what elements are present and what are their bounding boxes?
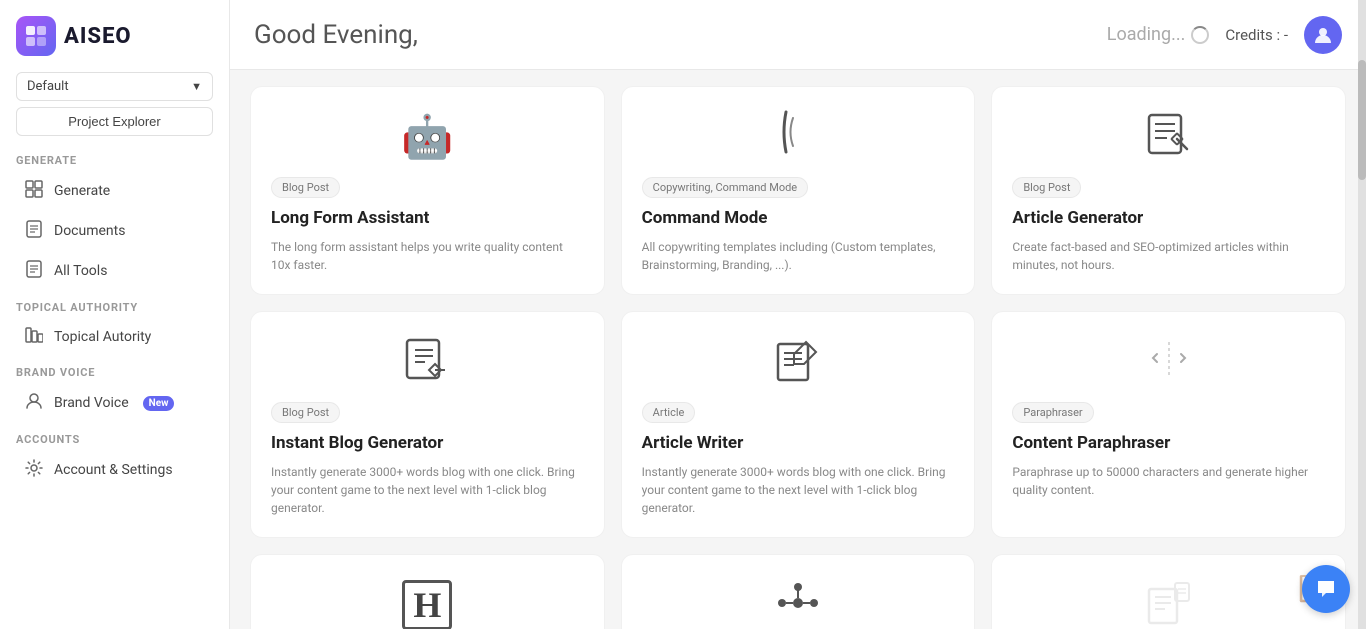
greeting-text: Good Evening, (254, 20, 418, 50)
card-title: Command Mode (642, 208, 955, 228)
card-icon-area (1012, 332, 1325, 392)
cards-area: 🤖 Blog Post Long Form Assistant The long… (230, 70, 1366, 629)
account-settings-icon (24, 459, 44, 481)
card-tag: Paraphraser (1012, 402, 1093, 423)
card-icon-area (642, 332, 955, 392)
section-label-generate: GENERATE (0, 144, 229, 171)
card-icon-area (1012, 107, 1325, 167)
card-title: Article Writer (642, 433, 955, 453)
content-paraphraser-icon (1149, 338, 1189, 386)
user-avatar[interactable] (1304, 16, 1342, 54)
card-tag: Copywriting, Command Mode (642, 177, 808, 198)
card-icon-area: H (271, 575, 584, 629)
card-tag: Blog Post (271, 402, 340, 423)
sidebar-item-documents[interactable]: Documents (8, 212, 221, 250)
section-label-accounts: ACCOUNTS (0, 423, 229, 450)
sidebar-item-generate-label: Generate (54, 183, 110, 199)
card-desc: Instantly generate 3000+ words blog with… (642, 463, 955, 517)
section-label-brand-voice: BRAND VOICE (0, 356, 229, 383)
main-content: Good Evening, Loading... Credits : - 🤖 B… (230, 0, 1366, 629)
article-writer-icon (776, 338, 820, 386)
sidebar-item-documents-label: Documents (54, 223, 125, 239)
project-select[interactable]: Default ▼ (16, 72, 213, 101)
scrollbar-thumb[interactable] (1358, 60, 1366, 180)
long-form-assistant-icon: 🤖 (401, 113, 453, 162)
card-article-writer[interactable]: Article Article Writer Instantly generat… (621, 311, 976, 538)
card-icon-area: 🤖 (271, 107, 584, 167)
card-desc: Create fact-based and SEO-optimized arti… (1012, 238, 1325, 274)
card-desc: Instantly generate 3000+ words blog with… (271, 463, 584, 517)
command-mode-icon (778, 108, 818, 167)
card-brand-voice-new[interactable]: H Content Improver Brand Voice Nem (250, 554, 605, 629)
card-tag: Blog Post (271, 177, 340, 198)
card-bypass-ai[interactable]: Bypass AI Bypass AI Detec... (621, 554, 976, 629)
all-tools-icon (24, 260, 44, 282)
card-icon-area (642, 575, 955, 629)
chat-bubble-button[interactable] (1302, 565, 1350, 613)
sidebar-item-brand-voice-label: Brand Voice (54, 395, 129, 411)
card-tag: Blog Post (1012, 177, 1081, 198)
documents-icon (24, 220, 44, 242)
card-icon-area (642, 107, 955, 167)
card-long-form-assistant[interactable]: 🤖 Blog Post Long Form Assistant The long… (250, 86, 605, 295)
loading-status: Loading... (1107, 24, 1210, 45)
card-article-generator[interactable]: Blog Post Article Generator Create fact-… (991, 86, 1346, 295)
card-title: Article Generator (1012, 208, 1325, 228)
generate-icon (24, 180, 44, 202)
project-explorer-button[interactable]: Project Explorer (16, 107, 213, 136)
card-title: Instant Blog Generator (271, 433, 584, 453)
sidebar: AISEO Default ▼ Project Explorer GENERAT… (0, 0, 230, 629)
cards-grid: 🤖 Blog Post Long Form Assistant The long… (250, 86, 1346, 629)
sidebar-item-topical-authority[interactable]: Topical Autority (8, 319, 221, 355)
sidebar-item-account-settings[interactable]: Account & Settings (8, 451, 221, 489)
card-icon-area (271, 332, 584, 392)
project-select-label: Default (27, 79, 69, 94)
card-instant-blog-generator[interactable]: Blog Post Instant Blog Generator Instant… (250, 311, 605, 538)
header: Good Evening, Loading... Credits : - (230, 0, 1366, 70)
instant-blog-icon (405, 338, 449, 386)
card-title: Long Form Assistant (271, 208, 584, 228)
chevron-down-icon: ▼ (191, 80, 202, 93)
sidebar-item-all-tools[interactable]: All Tools (8, 252, 221, 290)
topical-authority-icon (24, 327, 44, 347)
logo-text: AISEO (64, 24, 132, 49)
activate-windows-overlay: 📋 Activate Windows Go to Settings to act… (992, 555, 1345, 629)
sidebar-item-account-label: Account & Settings (54, 462, 173, 478)
card-desc: The long form assistant helps you write … (271, 238, 584, 274)
card-command-mode[interactable]: Copywriting, Command Mode Command Mode A… (621, 86, 976, 295)
bypass-ai-icon (774, 579, 822, 629)
sidebar-item-generate[interactable]: Generate (8, 172, 221, 210)
card-desc: All copywriting templates including (Cus… (642, 238, 955, 274)
sidebar-item-all-tools-label: All Tools (54, 263, 107, 279)
card-topical-authority[interactable]: Authority Topical Authorit... 📋 Activate… (991, 554, 1346, 629)
brand-voice-icon (24, 392, 44, 414)
sidebar-item-brand-voice[interactable]: Brand Voice New (8, 384, 221, 422)
card-title: Content Paraphraser (1012, 433, 1325, 453)
loading-label: Loading... (1107, 24, 1186, 45)
sidebar-item-topical-label: Topical Autority (54, 329, 151, 345)
credits-text: Credits : - (1225, 26, 1288, 44)
logo-area: AISEO (0, 0, 229, 68)
brand-voice-new-badge: New (143, 396, 175, 411)
article-generator-icon (1145, 111, 1193, 163)
section-label-topical: TOPICAL AUTHORITY (0, 291, 229, 318)
card-tag: Article (642, 402, 696, 423)
card-content-paraphraser[interactable]: Paraphraser Content Paraphraser Paraphra… (991, 311, 1346, 538)
card-desc: Paraphrase up to 50000 characters and ge… (1012, 463, 1325, 499)
logo-icon (16, 16, 56, 56)
loading-spinner-icon (1191, 26, 1209, 44)
project-area: Default ▼ Project Explorer (0, 68, 229, 144)
brand-voice-card-icon: H (402, 580, 452, 629)
scrollbar[interactable] (1358, 0, 1366, 629)
header-right: Loading... Credits : - (1107, 16, 1342, 54)
